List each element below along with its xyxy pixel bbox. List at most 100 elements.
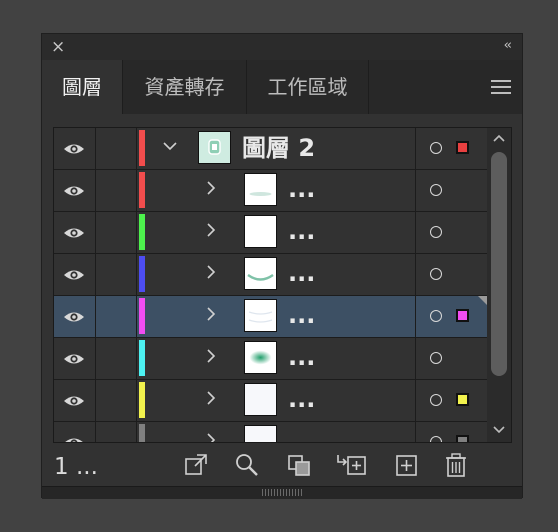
target-cell[interactable] [416, 338, 488, 379]
scroll-thumb[interactable] [491, 152, 507, 376]
selection-indicator[interactable] [456, 141, 469, 154]
layer-color-bar [139, 298, 145, 334]
visibility-toggle[interactable] [54, 170, 96, 211]
target-circle-icon[interactable] [430, 394, 442, 406]
layer-name[interactable]: ... [288, 174, 315, 204]
layer-name[interactable]: ... [288, 300, 315, 330]
sublayer-row[interactable]: ... [54, 338, 488, 380]
scroll-up-icon[interactable] [487, 130, 511, 148]
eye-icon[interactable] [63, 225, 85, 239]
selection-indicator[interactable] [456, 393, 469, 406]
selection-indicator[interactable] [456, 309, 469, 322]
eye-icon[interactable] [63, 141, 85, 155]
visibility-toggle[interactable] [54, 254, 96, 295]
layer-name[interactable]: ... [288, 216, 315, 246]
layer-name[interactable]: ... [288, 342, 315, 372]
eye-icon[interactable] [63, 393, 85, 407]
chevron-down-icon[interactable] [162, 138, 178, 159]
target-circle-icon[interactable] [430, 142, 442, 154]
visibility-toggle[interactable] [54, 128, 96, 169]
target-cell[interactable] [416, 380, 488, 421]
layer-name[interactable]: ... [288, 258, 315, 288]
scroll-down-icon[interactable] [487, 422, 511, 440]
chevron-right-icon[interactable] [203, 222, 219, 243]
chevron-right-icon[interactable] [203, 306, 219, 327]
target-circle-icon[interactable] [430, 352, 442, 364]
tab-artboards[interactable]: 工作區域 [247, 60, 369, 114]
collapse-panel-icon[interactable]: ‹‹ [504, 38, 513, 53]
new-sublayer-icon[interactable] [336, 452, 368, 478]
visibility-toggle[interactable] [54, 338, 96, 379]
lock-toggle[interactable] [95, 170, 137, 211]
eye-icon[interactable] [63, 309, 85, 323]
lock-toggle[interactable] [95, 338, 137, 379]
sublayer-row[interactable]: ... [54, 380, 488, 422]
sublayer-row[interactable]: ... [54, 422, 488, 442]
sublayer-row[interactable]: ... [54, 212, 488, 254]
layer-main-cell[interactable]: ... [136, 170, 416, 211]
layer-thumbnail [244, 257, 277, 290]
sublayer-row[interactable]: ... [54, 170, 488, 212]
layer-thumbnail [198, 131, 231, 164]
target-circle-icon[interactable] [430, 436, 442, 442]
visibility-toggle[interactable] [54, 380, 96, 421]
trash-icon[interactable] [443, 452, 469, 478]
panel-menu-icon[interactable] [491, 80, 511, 94]
lock-toggle[interactable] [95, 254, 137, 295]
chevron-right-icon[interactable] [203, 390, 219, 411]
eye-icon[interactable] [63, 183, 85, 197]
target-cell[interactable] [416, 422, 488, 442]
layer-main-cell[interactable]: ... [136, 422, 416, 442]
layer-main-cell[interactable]: ... [136, 296, 416, 337]
export-icon[interactable] [183, 452, 209, 478]
lock-toggle[interactable] [95, 212, 137, 253]
lock-toggle[interactable] [95, 422, 137, 442]
eye-icon[interactable] [63, 267, 85, 281]
layer-name[interactable]: 圖層 2 [242, 133, 315, 163]
chevron-right-icon[interactable] [203, 348, 219, 369]
layer-name[interactable]: ... [288, 426, 315, 442]
eye-icon[interactable] [63, 351, 85, 365]
layer-main-cell[interactable]: ... [136, 380, 416, 421]
target-cell[interactable] [416, 296, 488, 337]
target-circle-icon[interactable] [430, 310, 442, 322]
target-cell[interactable] [416, 212, 488, 253]
layer-main-cell[interactable]: ... [136, 212, 416, 253]
tab-asset-export[interactable]: 資產轉存 [123, 60, 247, 114]
visibility-toggle[interactable] [54, 296, 96, 337]
target-cell[interactable] [416, 254, 488, 295]
close-icon[interactable]: × [51, 37, 65, 57]
chevron-right-icon[interactable] [203, 264, 219, 285]
new-layer-icon[interactable] [394, 452, 420, 478]
layer-row[interactable]: 圖層 2 [54, 128, 488, 170]
clipping-mask-icon[interactable] [286, 452, 312, 478]
target-circle-icon[interactable] [430, 268, 442, 280]
chevron-right-icon[interactable] [203, 432, 219, 442]
scrollbar[interactable] [487, 128, 511, 442]
target-circle-icon[interactable] [430, 226, 442, 238]
panel-titlebar: × ‹‹ [42, 34, 522, 60]
layer-main-cell[interactable]: ... [136, 254, 416, 295]
lock-toggle[interactable] [95, 128, 137, 169]
visibility-toggle[interactable] [54, 422, 96, 442]
target-cell[interactable] [416, 128, 488, 169]
sublayer-row[interactable]: ... [54, 254, 488, 296]
lock-toggle[interactable] [95, 296, 137, 337]
lock-toggle[interactable] [95, 380, 137, 421]
selection-indicator[interactable] [456, 435, 469, 442]
layer-main-cell[interactable]: 圖層 2 [136, 128, 416, 169]
layer-color-bar [139, 382, 145, 418]
grip-lines [262, 489, 302, 496]
target-cell[interactable] [416, 170, 488, 211]
resize-grip[interactable] [42, 486, 522, 499]
layer-main-cell[interactable]: ... [136, 338, 416, 379]
locate-object-icon[interactable] [234, 452, 260, 478]
layer-name[interactable]: ... [288, 384, 315, 414]
layers-panel: × ‹‹ 圖層 資產轉存 工作區域 圖層 2..................… [41, 33, 523, 499]
chevron-right-icon[interactable] [203, 180, 219, 201]
tab-layers[interactable]: 圖層 [42, 60, 123, 114]
eye-icon[interactable] [63, 435, 85, 442]
visibility-toggle[interactable] [54, 212, 96, 253]
target-circle-icon[interactable] [430, 184, 442, 196]
sublayer-row[interactable]: ... [54, 296, 488, 338]
